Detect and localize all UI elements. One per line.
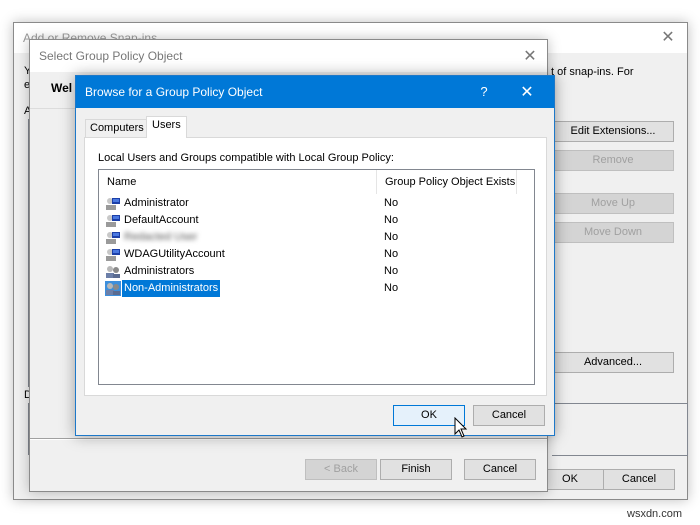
mouse-cursor-icon: [454, 417, 468, 438]
user-icon: [105, 247, 121, 262]
footer-divider: [30, 438, 547, 439]
item-name: Redacted User: [124, 231, 198, 243]
item-name: Administrators: [124, 265, 195, 277]
item-name: Administrator: [124, 197, 189, 209]
item-gpo-exists: No: [384, 197, 399, 209]
item-name: Non-Administrators: [122, 280, 221, 297]
help-icon[interactable]: ?: [474, 76, 494, 108]
list-item[interactable]: Redacted User No: [99, 229, 519, 246]
wizard-heading: Wel: [51, 81, 73, 95]
list-item[interactable]: Non-Administrators No: [99, 280, 519, 297]
user-icon: [105, 196, 121, 211]
watermark: wsxdn.com: [627, 508, 683, 520]
edit-extensions-button[interactable]: Edit Extensions...: [552, 121, 674, 142]
window-title: Select Group Policy Object: [30, 40, 547, 72]
cancel-button[interactable]: Cancel: [464, 459, 536, 480]
close-icon[interactable]: ✕: [512, 76, 542, 108]
tab-users[interactable]: Users: [146, 116, 187, 138]
list-item[interactable]: DefaultAccount No: [99, 212, 519, 229]
remove-button[interactable]: Remove: [552, 150, 674, 171]
cancel-button[interactable]: Cancel: [473, 405, 545, 426]
back-button[interactable]: < Back: [305, 459, 377, 480]
user-icon: [105, 230, 121, 245]
advanced-button[interactable]: Advanced...: [552, 352, 674, 373]
move-down-button[interactable]: Move Down: [552, 222, 674, 243]
column-header-name[interactable]: Name: [99, 170, 377, 194]
close-icon[interactable]: ✕: [653, 27, 683, 46]
tab-computers[interactable]: Computers: [85, 119, 149, 137]
list-item[interactable]: Administrators No: [99, 263, 519, 280]
item-name: WDAGUtilityAccount: [124, 248, 225, 260]
item-gpo-exists: No: [384, 282, 399, 294]
cancel-button[interactable]: Cancel: [603, 469, 675, 490]
list-item[interactable]: Administrator No: [99, 195, 519, 212]
browse-gpo-dialog: Browse for a Group Policy Object ? ✕ Com…: [75, 75, 555, 436]
move-up-button[interactable]: Move Up: [552, 193, 674, 214]
users-groups-list[interactable]: Name Group Policy Object Exists Administ…: [98, 169, 535, 385]
list-item[interactable]: WDAGUtilityAccount No: [99, 246, 519, 263]
users-tab-panel: Local Users and Groups compatible with L…: [84, 137, 547, 396]
group-icon: [105, 264, 121, 279]
item-gpo-exists: No: [384, 248, 399, 260]
item-gpo-exists: No: [384, 265, 399, 277]
item-gpo-exists: No: [384, 214, 399, 226]
item-gpo-exists: No: [384, 231, 399, 243]
description-box-right: [552, 403, 688, 456]
close-icon[interactable]: ✕: [515, 46, 545, 65]
column-header-gpo-exists[interactable]: Group Policy Object Exists: [377, 170, 517, 194]
description-text: t of snap-ins. For: [551, 66, 634, 78]
finish-button[interactable]: Finish: [380, 459, 452, 480]
group-icon: [105, 281, 121, 296]
list-label: Local Users and Groups compatible with L…: [98, 152, 394, 164]
item-name: DefaultAccount: [124, 214, 199, 226]
user-icon: [105, 213, 121, 228]
